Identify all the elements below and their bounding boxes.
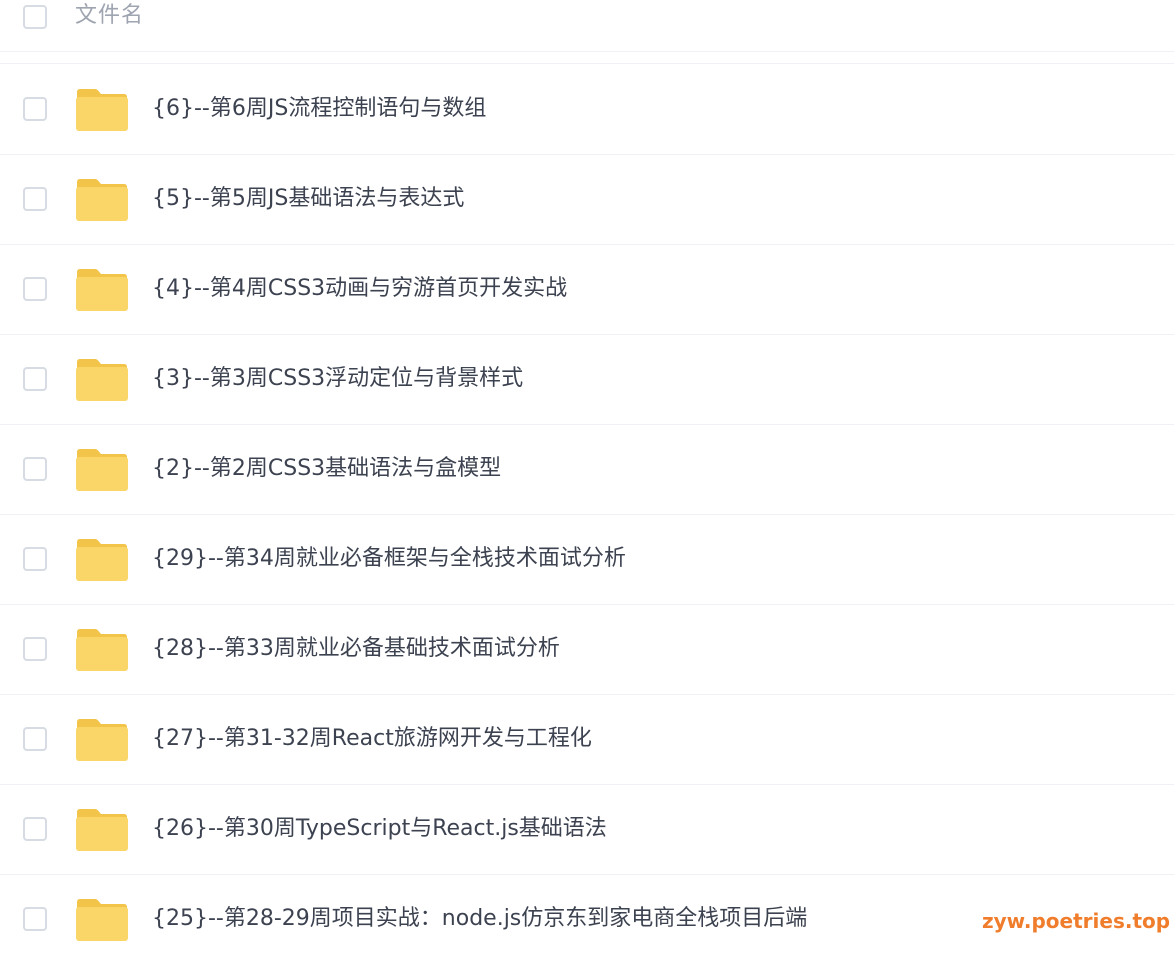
file-name-link[interactable]: {4}--第4周CSS3动画与穷游首页开发实战 — [152, 274, 567, 304]
file-list-header: 文件名 — [0, 0, 1174, 52]
column-header-filename[interactable]: 文件名 — [75, 2, 144, 30]
file-row[interactable]: {2}--第2周CSS3基础语法与盒模型 — [0, 425, 1174, 515]
row-checkbox[interactable] — [23, 547, 47, 571]
row-checkbox[interactable] — [23, 457, 47, 481]
select-all-checkbox[interactable] — [23, 5, 47, 29]
folder-icon[interactable] — [75, 898, 129, 942]
file-row[interactable]: {3}--第3周CSS3浮动定位与背景样式 — [0, 335, 1174, 425]
row-checkbox[interactable] — [23, 187, 47, 211]
row-checkbox[interactable] — [23, 277, 47, 301]
file-row[interactable]: {27}--第31-32周React旅游网开发与工程化 — [0, 695, 1174, 785]
folder-icon[interactable] — [75, 808, 129, 852]
row-checkbox[interactable] — [23, 367, 47, 391]
folder-icon[interactable] — [75, 358, 129, 402]
file-name-link[interactable]: {27}--第31-32周React旅游网开发与工程化 — [152, 724, 592, 754]
header-divider — [0, 52, 1174, 64]
folder-icon[interactable] — [75, 268, 129, 312]
file-name-link[interactable]: {3}--第3周CSS3浮动定位与背景样式 — [152, 364, 523, 394]
row-checkbox[interactable] — [23, 907, 47, 931]
file-name-link[interactable]: {28}--第33周就业必备基础技术面试分析 — [152, 634, 560, 664]
file-name-link[interactable]: {2}--第2周CSS3基础语法与盒模型 — [152, 454, 501, 484]
file-name-link[interactable]: {5}--第5周JS基础语法与表达式 — [152, 184, 464, 214]
folder-icon[interactable] — [75, 718, 129, 762]
row-checkbox[interactable] — [23, 727, 47, 751]
file-name-link[interactable]: {26}--第30周TypeScript与React.js基础语法 — [152, 814, 607, 844]
watermark-text: zyw.poetries.top — [982, 909, 1171, 933]
folder-icon[interactable] — [75, 628, 129, 672]
file-list: {6}--第6周JS流程控制语句与数组 {5}--第5周JS基础语法与表达式 {4}… — [0, 65, 1174, 958]
row-checkbox[interactable] — [23, 637, 47, 661]
file-name-link[interactable]: {6}--第6周JS流程控制语句与数组 — [152, 94, 486, 124]
file-row[interactable]: {4}--第4周CSS3动画与穷游首页开发实战 — [0, 245, 1174, 335]
folder-icon[interactable] — [75, 88, 129, 132]
folder-icon[interactable] — [75, 538, 129, 582]
folder-icon[interactable] — [75, 178, 129, 222]
file-row[interactable]: {28}--第33周就业必备基础技术面试分析 — [0, 605, 1174, 695]
file-name-link[interactable]: {29}--第34周就业必备框架与全栈技术面试分析 — [152, 544, 626, 574]
row-checkbox[interactable] — [23, 97, 47, 121]
file-row[interactable]: {26}--第30周TypeScript与React.js基础语法 — [0, 785, 1174, 875]
folder-icon[interactable] — [75, 448, 129, 492]
file-row[interactable]: {5}--第5周JS基础语法与表达式 — [0, 155, 1174, 245]
file-row[interactable]: {29}--第34周就业必备框架与全栈技术面试分析 — [0, 515, 1174, 605]
file-row[interactable]: {6}--第6周JS流程控制语句与数组 — [0, 65, 1174, 155]
file-name-link[interactable]: {25}--第28-29周项目实战：node.js仿京东到家电商全栈项目后端 — [152, 904, 807, 934]
file-list-page: 文件名 {6}--第6周JS流程控制语句与数组 {5}--第5周JS基础语法与表达… — [0, 0, 1174, 958]
row-checkbox[interactable] — [23, 817, 47, 841]
